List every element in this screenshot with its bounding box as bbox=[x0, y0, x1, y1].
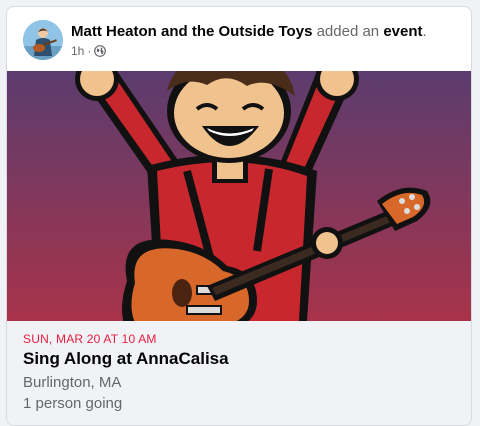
event-date: SUN, MAR 20 AT 10 AM bbox=[23, 332, 157, 346]
globe-icon[interactable] bbox=[94, 45, 107, 57]
headline-verb: added an bbox=[312, 23, 384, 40]
cartoon-guitarist-illustration bbox=[7, 71, 471, 321]
post-timestamp[interactable]: 1h bbox=[71, 43, 84, 59]
event-title[interactable]: Sing Along at AnnaCalisa bbox=[23, 349, 229, 369]
page-avatar[interactable] bbox=[23, 20, 63, 60]
event-details[interactable]: SUN, MAR 20 AT 10 AM Sing Along at AnnaC… bbox=[7, 321, 471, 425]
post-meta: 1h · bbox=[71, 43, 107, 59]
post-headline: Matt Heaton and the Outside Toys added a… bbox=[71, 22, 427, 42]
headline-period: . bbox=[422, 23, 427, 40]
post-header: Matt Heaton and the Outside Toys added a… bbox=[7, 7, 471, 71]
event-post-card: Matt Heaton and the Outside Toys added a… bbox=[6, 6, 472, 426]
author-link[interactable]: Matt Heaton and the Outside Toys bbox=[71, 23, 312, 40]
event-cover-image[interactable] bbox=[7, 71, 471, 321]
event-location: Burlington, MA bbox=[23, 374, 122, 391]
guitarist-avatar-icon bbox=[23, 20, 63, 60]
meta-separator: · bbox=[87, 44, 92, 58]
event-link[interactable]: event bbox=[383, 23, 422, 40]
event-attendance: 1 person going bbox=[23, 395, 123, 412]
